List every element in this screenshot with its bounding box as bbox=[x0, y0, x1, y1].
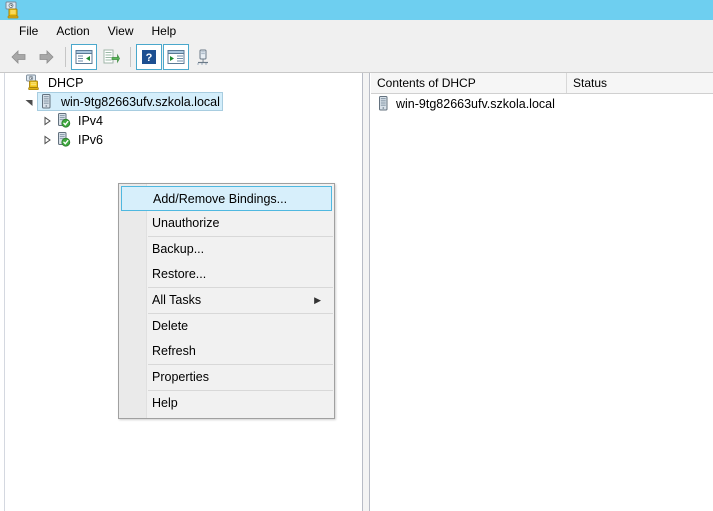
back-arrow-icon[interactable] bbox=[6, 44, 32, 70]
menu-bar: File Action View Help bbox=[0, 20, 713, 43]
context-menu-item-all-tasks[interactable]: All Tasks ▶ bbox=[119, 288, 334, 313]
context-menu: Add/Remove Bindings... Unauthorize Backu… bbox=[118, 183, 335, 419]
list-item-name: win-9tg82663ufv.szkola.local bbox=[396, 96, 555, 111]
context-menu-item-properties[interactable]: Properties bbox=[119, 365, 334, 390]
context-menu-item-backup[interactable]: Backup... bbox=[119, 237, 334, 262]
window-titlebar[interactable] bbox=[0, 0, 713, 20]
context-menu-item-restore[interactable]: Restore... bbox=[119, 262, 334, 287]
show-hide-action-pane-icon[interactable] bbox=[163, 44, 189, 70]
toolbar-separator bbox=[65, 47, 66, 67]
refresh-server-icon[interactable] bbox=[190, 44, 216, 70]
tree-node-ipv6[interactable]: IPv6 bbox=[5, 130, 362, 149]
submenu-arrow-icon: ▶ bbox=[314, 295, 321, 305]
tree-node-label: IPv6 bbox=[78, 132, 104, 147]
help-icon[interactable]: ? bbox=[136, 44, 162, 70]
pane-splitter[interactable] bbox=[362, 73, 370, 511]
chevron-right-icon[interactable] bbox=[39, 113, 55, 129]
dhcp-console-window: File Action View Help ? DHCP win-9tg8266… bbox=[0, 0, 713, 511]
list-item[interactable]: win-9tg82663ufv.szkola.local bbox=[371, 94, 713, 113]
chevron-right-icon[interactable] bbox=[39, 132, 55, 148]
menu-file[interactable]: File bbox=[10, 22, 47, 40]
context-menu-item-delete[interactable]: Delete bbox=[119, 314, 334, 339]
tree-node-ipv4[interactable]: IPv4 bbox=[5, 111, 362, 130]
server-ok-icon bbox=[55, 112, 72, 129]
tree-node-label: IPv4 bbox=[78, 113, 104, 128]
context-menu-item-refresh[interactable]: Refresh bbox=[119, 339, 334, 364]
server-ok-icon bbox=[55, 131, 72, 148]
column-contents-of-dhcp[interactable]: Contents of DHCP bbox=[371, 73, 567, 93]
dhcp-console-icon bbox=[25, 74, 42, 91]
context-menu-item-unauthorize[interactable]: Unauthorize bbox=[119, 211, 334, 236]
context-menu-item-help[interactable]: Help bbox=[119, 391, 334, 416]
chevron-down-icon[interactable] bbox=[21, 94, 37, 110]
toolbar-separator-2 bbox=[130, 47, 131, 67]
results-list-pane: Contents of DHCP Status win-9tg82663ufv.… bbox=[371, 73, 713, 511]
menu-view[interactable]: View bbox=[99, 22, 143, 40]
menu-help[interactable]: Help bbox=[143, 22, 186, 40]
dhcp-server-icon bbox=[4, 1, 22, 19]
context-menu-item-label: All Tasks bbox=[152, 293, 202, 307]
tree-node-label: win-9tg82663ufv.szkola.local bbox=[61, 94, 220, 109]
svg-text:?: ? bbox=[146, 52, 153, 64]
list-column-header: Contents of DHCP Status bbox=[371, 73, 713, 94]
server-icon bbox=[38, 93, 55, 110]
show-hide-console-tree-icon[interactable] bbox=[71, 44, 97, 70]
export-list-icon[interactable] bbox=[98, 44, 124, 70]
content-area: DHCP win-9tg82663ufv.szkola.local IPv4 I… bbox=[0, 73, 713, 511]
toolbar: ? bbox=[0, 42, 713, 73]
tree-node-server[interactable]: win-9tg82663ufv.szkola.local bbox=[5, 92, 362, 111]
menu-action[interactable]: Action bbox=[47, 22, 98, 40]
context-menu-item-add-remove-bindings[interactable]: Add/Remove Bindings... bbox=[121, 186, 332, 211]
column-status[interactable]: Status bbox=[567, 73, 713, 93]
server-icon bbox=[375, 95, 392, 112]
tree-twisty-placeholder bbox=[9, 75, 25, 91]
tree-node-label: DHCP bbox=[48, 75, 84, 90]
forward-arrow-icon[interactable] bbox=[33, 44, 59, 70]
tree-node-dhcp[interactable]: DHCP bbox=[5, 73, 362, 92]
